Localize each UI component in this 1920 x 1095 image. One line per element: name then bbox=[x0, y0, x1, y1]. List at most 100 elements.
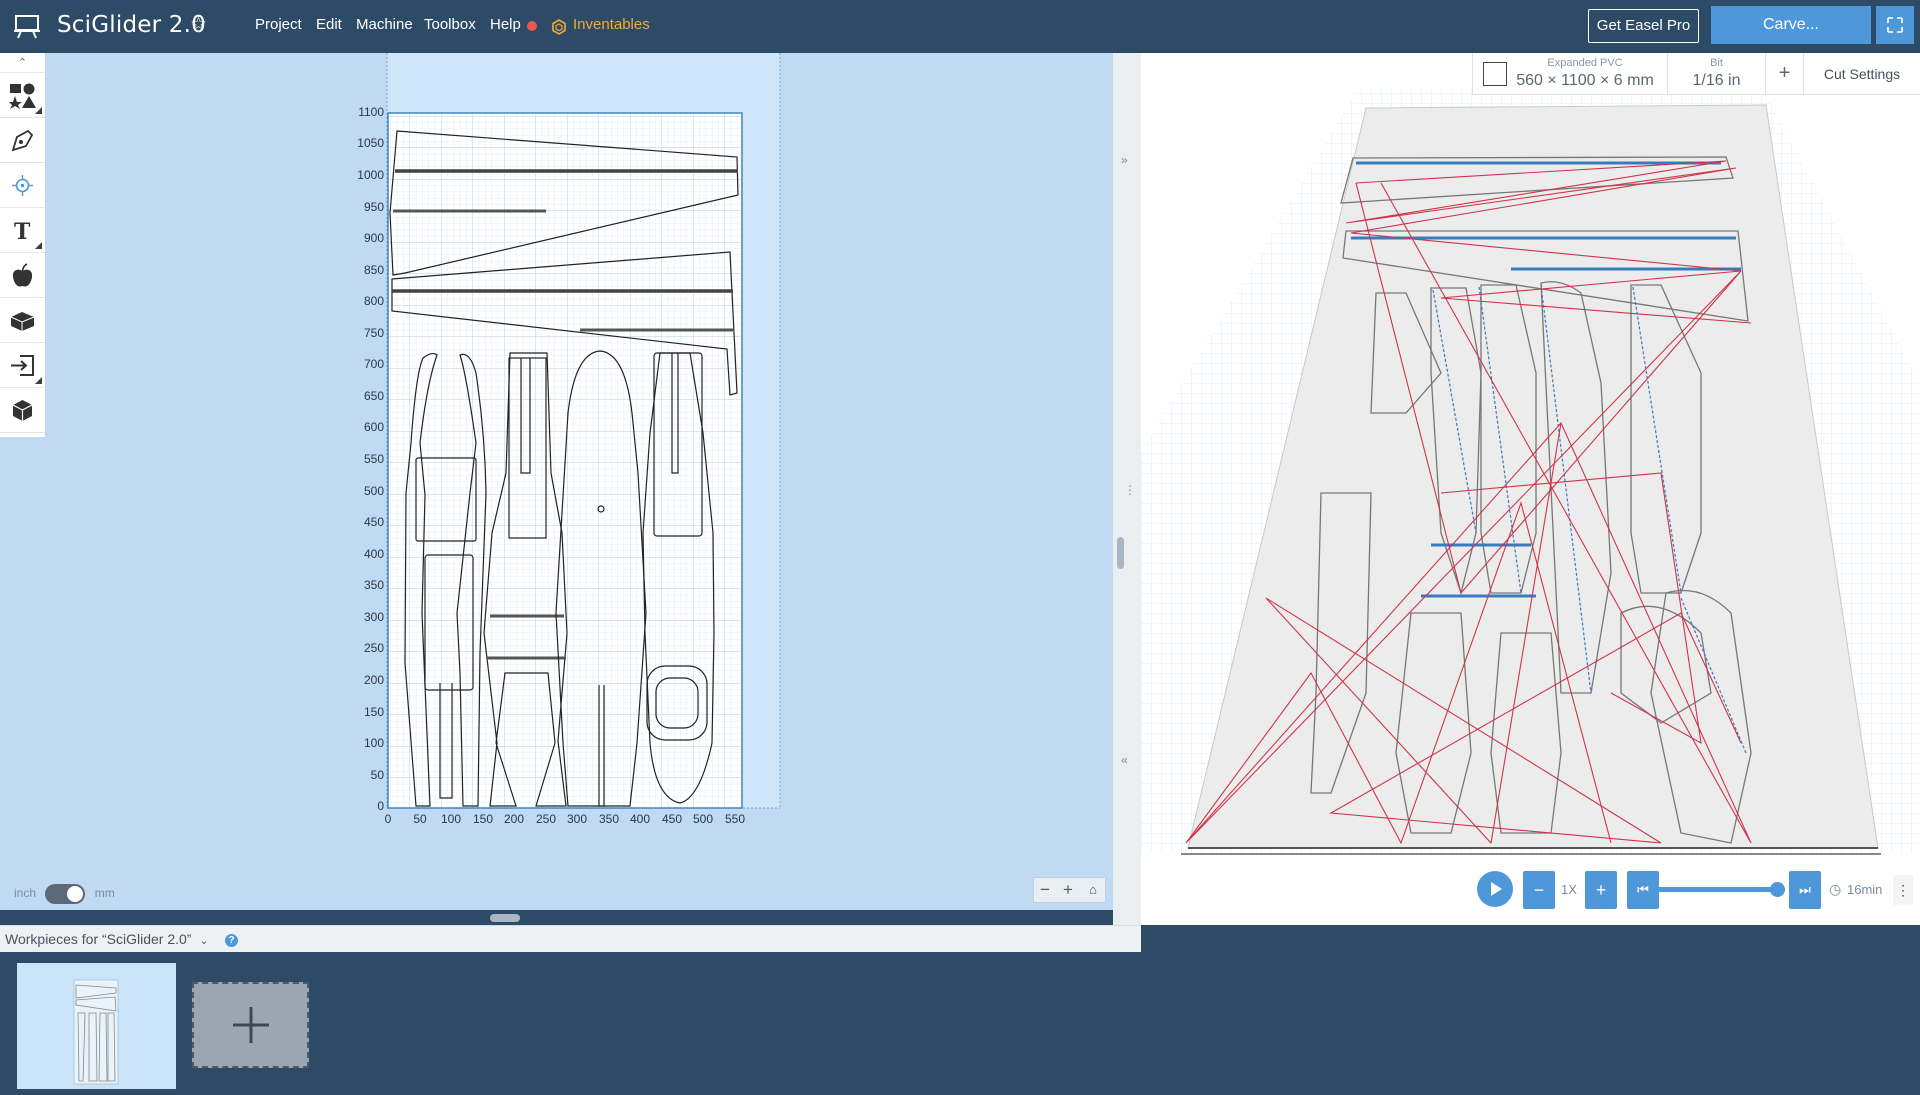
project-title[interactable]: SciGlider 2.0 bbox=[57, 12, 206, 38]
vertical-scroll-handle[interactable] bbox=[1117, 537, 1124, 569]
y-tick: 950 bbox=[364, 200, 384, 214]
y-tick: 1100 bbox=[358, 105, 384, 119]
help-notification-dot bbox=[527, 21, 537, 31]
workpieces-label-text: Workpieces for “SciGlider 2.0” bbox=[5, 931, 192, 947]
tool-parts[interactable] bbox=[0, 298, 45, 343]
speed-down-button[interactable]: − bbox=[1523, 871, 1555, 909]
bit-selector[interactable]: Bit 1/16 in bbox=[1667, 53, 1765, 95]
carve-preview[interactable] bbox=[1141, 53, 1920, 925]
unit-switch[interactable] bbox=[45, 884, 86, 904]
unit-switch-knob bbox=[67, 886, 84, 902]
get-easel-pro-button[interactable]: Get Easel Pro bbox=[1588, 9, 1699, 43]
tool-shapes[interactable] bbox=[0, 73, 45, 118]
x-tick: 450 bbox=[662, 812, 682, 826]
drag-handle-icon[interactable]: ⋮ bbox=[1124, 483, 1136, 497]
menu-machine[interactable]: Machine bbox=[356, 16, 413, 33]
y-tick: 150 bbox=[364, 705, 384, 719]
design-canvas[interactable]: 1100 1050 1000 950 900 850 800 750 700 6… bbox=[0, 53, 1113, 910]
add-workpiece-button[interactable] bbox=[192, 982, 309, 1068]
shapes-icon bbox=[9, 83, 36, 109]
more-options-icon[interactable]: ⋮ bbox=[1893, 875, 1913, 905]
unit-toggle[interactable]: inch mm bbox=[14, 884, 115, 904]
collapse-toolbar-icon[interactable]: ⌃ bbox=[0, 53, 45, 73]
x-axis-labels: 0 50 100 150 200 250 300 350 400 450 500… bbox=[385, 812, 746, 826]
y-tick: 700 bbox=[364, 357, 384, 371]
playback-controls: − 1X + ⏮ ⏭ ◷ 16min ⋮ bbox=[1477, 867, 1917, 915]
workpieces-header: Workpieces for “SciGlider 2.0” ⌄ ? bbox=[0, 925, 1141, 952]
easel-logo-icon bbox=[14, 15, 40, 39]
text-icon: T bbox=[14, 219, 31, 244]
y-tick: 350 bbox=[364, 578, 384, 592]
speed-up-button[interactable]: + bbox=[1585, 871, 1617, 909]
expand-right-icon[interactable]: » bbox=[1121, 153, 1128, 167]
add-bit-button[interactable]: + bbox=[1765, 53, 1803, 95]
x-tick: 0 bbox=[385, 812, 392, 826]
tool-text[interactable]: T bbox=[0, 208, 45, 253]
y-tick: 900 bbox=[364, 231, 384, 245]
tool-sidebar: ⌃ T bbox=[0, 53, 46, 437]
plus-icon bbox=[233, 1007, 269, 1043]
apple-apps-icon bbox=[12, 263, 33, 287]
material-name: Expanded PVC bbox=[1547, 57, 1623, 69]
help-icon[interactable]: ? bbox=[225, 934, 238, 947]
y-tick: 450 bbox=[364, 515, 384, 529]
tool-import[interactable] bbox=[0, 343, 45, 388]
time-estimate: 16min bbox=[1847, 882, 1883, 897]
design-drawing[interactable]: 1100 1050 1000 950 900 850 800 750 700 6… bbox=[0, 53, 1113, 910]
bit-value: 1/16 in bbox=[1692, 72, 1741, 89]
menu-toolbox[interactable]: Toolbox bbox=[424, 16, 476, 33]
expand-left-icon[interactable]: « bbox=[1121, 753, 1128, 767]
tool-pen[interactable] bbox=[0, 118, 45, 163]
zoom-in-button[interactable]: + bbox=[1057, 880, 1079, 900]
carve-button[interactable]: Carve... bbox=[1711, 6, 1871, 44]
y-axis-labels: 1100 1050 1000 950 900 850 800 750 700 6… bbox=[357, 105, 384, 813]
workpiece-preview-image bbox=[73, 979, 119, 1085]
unit-inch-label: inch bbox=[14, 886, 37, 901]
y-tick: 200 bbox=[364, 673, 384, 687]
fast-forward-button[interactable]: ⏭ bbox=[1789, 871, 1821, 909]
progress-knob[interactable] bbox=[1770, 882, 1785, 897]
inventables-link[interactable]: Inventables bbox=[573, 16, 650, 33]
fullscreen-button[interactable] bbox=[1876, 6, 1914, 44]
pen-icon bbox=[11, 129, 34, 152]
favorite-star-icon[interactable]: ☆ bbox=[190, 13, 207, 36]
workpieces-bar bbox=[0, 952, 1920, 1095]
play-button[interactable] bbox=[1477, 871, 1513, 907]
toolpath-preview bbox=[1141, 88, 1920, 855]
material-dimensions: 560 × 1100 × 6 mm bbox=[1516, 72, 1654, 89]
progress-slider[interactable] bbox=[1653, 882, 1785, 897]
speed-label: 1X bbox=[1561, 882, 1577, 897]
menu-help[interactable]: Help bbox=[490, 16, 521, 33]
y-tick: 50 bbox=[371, 768, 385, 782]
y-tick: 1050 bbox=[357, 136, 384, 150]
tool-point[interactable] bbox=[0, 163, 45, 208]
inventables-hex-icon bbox=[552, 19, 566, 35]
top-bar: SciGlider 2.0 ☆ Project Edit Machine Too… bbox=[0, 0, 1920, 53]
material-selector[interactable]: Expanded PVC 560 × 1100 × 6 mm bbox=[1472, 53, 1667, 95]
menu-edit[interactable]: Edit bbox=[316, 16, 342, 33]
chevron-down-icon[interactable]: ⌄ bbox=[199, 935, 208, 947]
x-tick: 100 bbox=[441, 812, 461, 826]
y-tick: 750 bbox=[364, 326, 384, 340]
bit-label: Bit bbox=[1710, 57, 1723, 69]
x-tick: 150 bbox=[473, 812, 493, 826]
unit-mm-label: mm bbox=[94, 886, 115, 901]
zoom-home-button[interactable]: ⌂ bbox=[1082, 882, 1104, 897]
workpiece-thumbnail[interactable] bbox=[17, 963, 176, 1089]
tool-apps[interactable] bbox=[0, 253, 45, 298]
zoom-out-button[interactable]: − bbox=[1034, 880, 1056, 900]
x-tick: 50 bbox=[413, 812, 427, 826]
x-tick: 550 bbox=[725, 812, 745, 826]
horizontal-scroll-handle[interactable] bbox=[490, 914, 520, 922]
x-tick: 200 bbox=[504, 812, 524, 826]
svg-text:T: T bbox=[14, 219, 31, 244]
tool-3d[interactable] bbox=[0, 388, 45, 433]
y-tick: 100 bbox=[364, 736, 384, 750]
menu-project[interactable]: Project bbox=[255, 16, 302, 33]
workpieces-title[interactable]: Workpieces for “SciGlider 2.0” ⌄ bbox=[5, 931, 209, 947]
panel-divider[interactable]: » ⋮ « bbox=[1113, 53, 1141, 925]
cube-3d-icon bbox=[12, 400, 33, 421]
cut-settings-button[interactable]: Cut Settings bbox=[1803, 53, 1920, 95]
x-tick: 400 bbox=[630, 812, 650, 826]
y-tick: 850 bbox=[364, 263, 384, 277]
